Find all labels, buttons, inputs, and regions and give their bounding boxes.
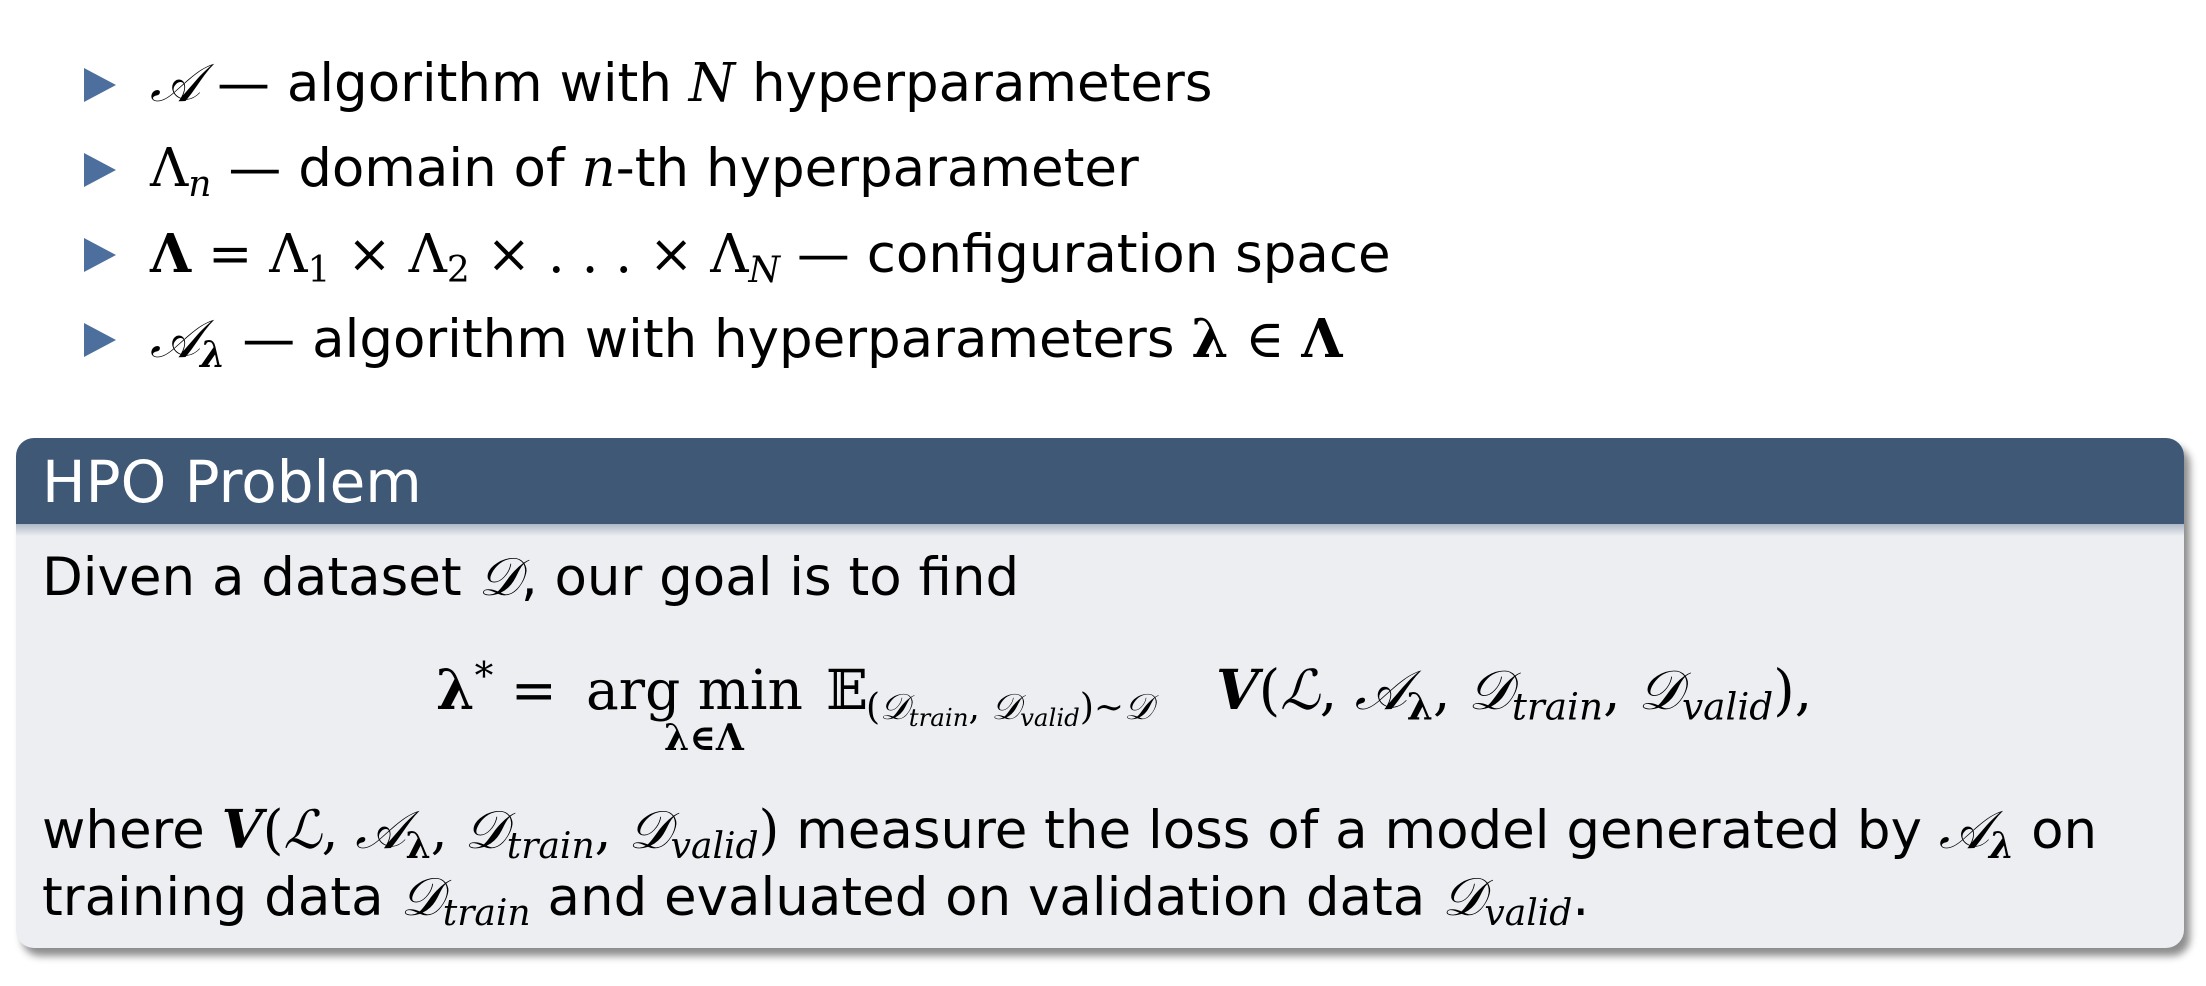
- item-text: — configuration space: [796, 224, 1391, 285]
- block-title: HPO Problem: [42, 448, 422, 516]
- list-item: Λ = Λ1 × Λ2 × . . . × ΛN — configuration…: [82, 216, 1391, 301]
- where-line: where V(ℒ, 𝒜λ, 𝒟train, 𝒟valid) measure t…: [42, 799, 2098, 868]
- math-A-lambda: 𝒜λ: [150, 309, 226, 377]
- hpo-problem-block: HPO Problem Diven a dataset 𝒟, our goal …: [16, 438, 2184, 948]
- math-Lambda-n: Λn: [150, 138, 212, 206]
- math-lambda-in-Lambda: λ ∈ Λ: [1191, 308, 1343, 370]
- training-line: training data 𝒟train and evaluated on va…: [42, 867, 1590, 935]
- intro-line: Diven a dataset 𝒟, our goal is to find: [42, 547, 1020, 608]
- list-item: 𝒜 — algorithm with N hyperparameters: [82, 46, 1391, 131]
- list-item: 𝒜λ — algorithm with hyperparameters λ ∈ …: [82, 301, 1391, 386]
- math-D: 𝒟: [478, 547, 521, 608]
- bullet-triangle-icon: [84, 323, 116, 357]
- block-header: HPO Problem: [16, 438, 2184, 536]
- item-text: — domain of: [228, 138, 565, 199]
- definitions-list: 𝒜 — algorithm with N hyperparameters Λn …: [82, 46, 1391, 386]
- item-text: — algorithm with: [217, 53, 672, 114]
- item-text-2: hyperparameters: [752, 53, 1213, 114]
- bullet-triangle-icon: [84, 238, 116, 272]
- expectation-symbol: 𝔼: [826, 658, 868, 722]
- argmin-operator: arg min: [586, 658, 803, 722]
- math-config-space: Λ = Λ1 × Λ2 × . . . × ΛN: [150, 223, 781, 292]
- bullet-triangle-icon: [84, 153, 116, 187]
- expectation-subscript: (𝒟train, 𝒟valid)∼𝒟: [866, 687, 1153, 732]
- bullet-triangle-icon: [84, 68, 116, 102]
- item-text-2: -th hyperparameter: [615, 138, 1139, 199]
- loss-function: V(ℒ, 𝒜λ, 𝒟train, 𝒟valid),: [1216, 657, 1813, 729]
- math-n: n: [581, 138, 616, 199]
- item-text: — algorithm with hyperparameters: [242, 309, 1175, 370]
- math-N: N: [688, 53, 736, 114]
- argmin-subscript: λ∈Λ: [664, 717, 744, 759]
- list-item: Λn — domain of n-th hyperparameter: [82, 131, 1391, 216]
- math-A: 𝒜: [150, 53, 201, 114]
